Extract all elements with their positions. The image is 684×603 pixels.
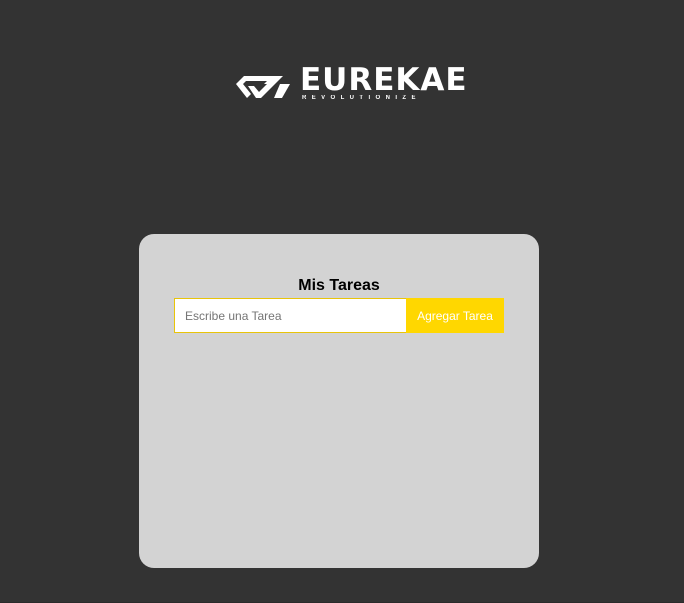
task-list [174, 344, 504, 544]
task-input[interactable] [174, 298, 406, 333]
brand-name: EUREKAE [300, 62, 468, 98]
task-form: Agregar Tarea [174, 298, 504, 333]
card-title: Mis Tareas [298, 277, 380, 295]
add-task-button[interactable]: Agregar Tarea [406, 298, 504, 333]
eurekae-logo-icon [236, 76, 290, 98]
todo-card: Mis Tareas Agregar Tarea [139, 234, 539, 568]
brand-logo: EUREKAE REVOLUTIONIZE [234, 62, 467, 104]
brand-tagline: REVOLUTIONIZE [302, 95, 421, 101]
